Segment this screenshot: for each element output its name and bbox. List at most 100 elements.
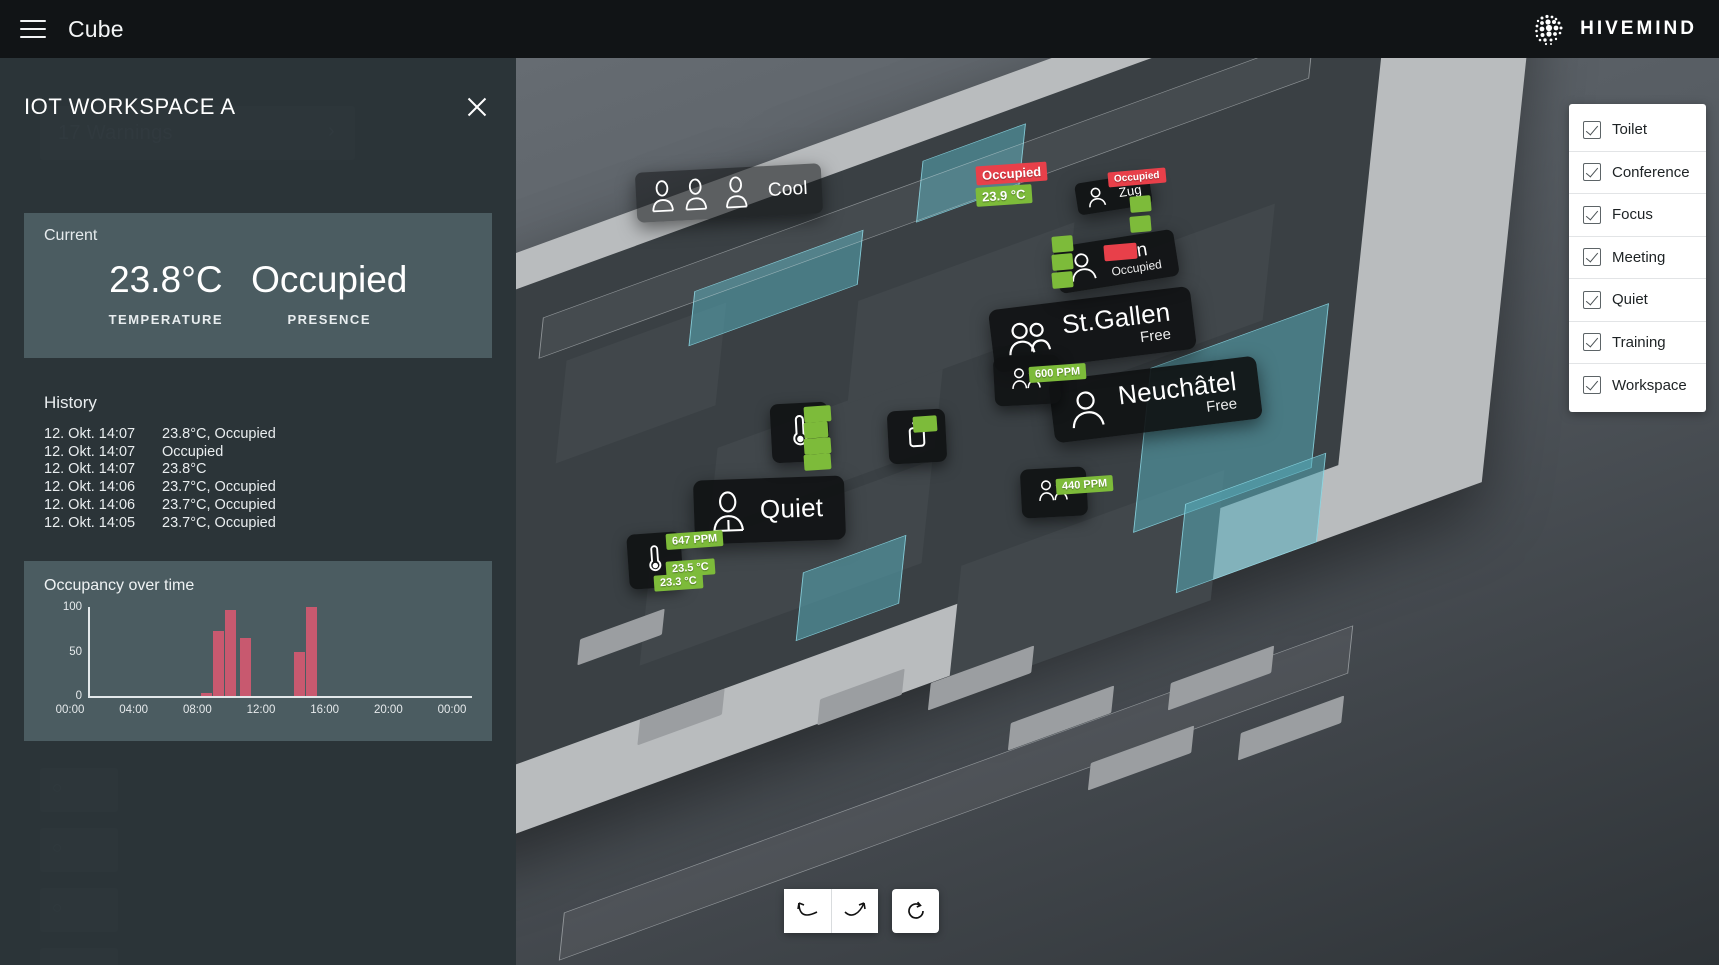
filter-item-quiet[interactable]: Quiet (1569, 279, 1706, 322)
chart-x-tick-label: 00:00 (437, 704, 467, 716)
room-label-cool[interactable]: Cool (634, 163, 824, 223)
history-time: 12. Okt. 14:07 (44, 426, 136, 442)
rotate-refresh-icon (907, 901, 924, 919)
sensor-badge (1051, 235, 1074, 253)
arrow-curve-down-icon (796, 902, 817, 916)
filter-item-conference[interactable]: Conference (1569, 152, 1706, 194)
tilt-control-group[interactable] (784, 889, 878, 933)
filter-item-focus[interactable]: Focus (1569, 194, 1706, 237)
chart-bar (293, 652, 305, 696)
reset-view-button[interactable] (892, 889, 939, 933)
filter-label: Toilet (1612, 121, 1648, 139)
metric-value: 23.8°C (109, 259, 223, 300)
3d-floorplan-viewport[interactable]: Neuchâtel Free St.Gallen Free Sion Occup… (516, 58, 1719, 965)
filter-label: Training (1612, 333, 1666, 351)
sensor-badge (803, 405, 832, 423)
person-icon (713, 491, 745, 533)
sensor-badge (1051, 253, 1074, 271)
person-icon (1089, 187, 1107, 208)
filter-item-meeting[interactable]: Meeting (1569, 237, 1706, 279)
metric-value: Occupied (251, 259, 408, 300)
chart-plot-area: 0 50 100 (44, 601, 474, 703)
current-card-label: Current (44, 227, 98, 244)
filter-item-toilet[interactable]: Toilet (1569, 109, 1706, 152)
chart-y-tick-label: 50 (69, 645, 82, 658)
chart-x-tick-label: 08:00 (182, 704, 212, 716)
close-panel-button[interactable] (462, 92, 492, 122)
sensor-badge (1129, 195, 1152, 213)
chart-bar (212, 631, 224, 696)
history-value: 23.7°C, Occupied (162, 479, 276, 496)
person-icon (1072, 391, 1105, 428)
chart-title: Occupancy over time (44, 577, 195, 594)
sensor-badge (912, 415, 938, 433)
tilt-up-button[interactable] (831, 889, 878, 933)
current-values-card: Current 23.8°C TEMPERATURE Occupied PRES… (24, 213, 492, 358)
chart-x-tick-label: 20:00 (373, 704, 403, 716)
chart-y-tick-label: 100 (62, 601, 82, 613)
hivemind-dots-logo (1533, 12, 1567, 46)
sensor-badge: 23.3 °C (653, 572, 704, 592)
room-label-name: Quiet (759, 492, 824, 525)
ghost-chevron-icon: › (328, 120, 335, 142)
history-time: 12. Okt. 14:07 (44, 461, 136, 478)
history-value: Occupied (162, 443, 224, 460)
checkbox-checked-icon[interactable] (1583, 376, 1601, 395)
history-value: 23.8°C, Occupied (162, 426, 276, 442)
room-type-filter-panel[interactable]: Toilet Conference Focus Meeting Quiet Tr… (1569, 104, 1706, 412)
history-row: 12. Okt. 14:07 23.8°C (44, 461, 464, 479)
hamburger-menu-icon[interactable] (20, 20, 46, 38)
sensor-badge (1103, 242, 1139, 262)
view-controls[interactable] (784, 889, 939, 933)
chart-x-tick-label: 12:00 (246, 704, 276, 716)
panel-header: IOT WORKSPACE A (24, 92, 492, 122)
ghost-warnings-label: 17 Warnings (58, 122, 173, 144)
sensor-badge (803, 453, 832, 471)
people-icon (652, 176, 748, 213)
history-list: 12. Okt. 14:07 23.8°C, Occupied 12. Okt.… (44, 426, 464, 532)
checkbox-checked-icon[interactable] (1583, 163, 1601, 182)
history-value: 23.8°C (162, 461, 207, 478)
history-time: 12. Okt. 14:07 (44, 443, 136, 460)
checkbox-checked-icon[interactable] (1583, 120, 1601, 139)
history-value: 23.7°C, Occupied (162, 496, 276, 513)
metrics-row: 23.8°C TEMPERATURE Occupied PRESENCE (24, 259, 492, 327)
metric-presence: Occupied PRESENCE (251, 259, 407, 327)
app-title: Cube (68, 15, 124, 42)
room-label-status: Free (1205, 394, 1238, 416)
chart-x-tick-label: 04:00 (119, 704, 149, 716)
chart-bars (90, 607, 472, 696)
history-row: 12. Okt. 14:07 23.8°C, Occupied (44, 426, 464, 444)
history-time: 12. Okt. 14:06 (44, 479, 136, 496)
sensor-badge: 23.9 °C (975, 184, 1033, 207)
room-label-status: Free (1139, 325, 1172, 346)
history-value: 23.7°C, Occupied (162, 514, 276, 531)
chart-bar (225, 609, 237, 696)
occupancy-chart-card: Occupancy over time 0 50 100 00:00 04:00 08:… (24, 561, 492, 741)
checkbox-checked-icon[interactable] (1583, 333, 1601, 352)
sensor-badge (803, 421, 829, 439)
tilt-down-button[interactable] (784, 889, 831, 933)
history-row: 12. Okt. 14:05 23.7°C, Occupied (44, 515, 464, 533)
metric-label: PRESENCE (287, 311, 371, 327)
filter-item-workspace[interactable]: Workspace (1569, 364, 1706, 407)
sensor-badge (1051, 271, 1074, 289)
checkbox-checked-icon[interactable] (1583, 205, 1601, 224)
history-time: 12. Okt. 14:05 (44, 514, 136, 531)
chart-bar (239, 638, 251, 696)
brand-logo: HIVEMIND (1533, 12, 1697, 46)
chart-x-tick-label: 16:00 (310, 704, 340, 716)
filter-label: Workspace (1612, 376, 1687, 394)
filter-item-training[interactable]: Training (1569, 322, 1706, 364)
checkbox-checked-icon[interactable] (1583, 248, 1601, 267)
chart-bar (201, 693, 213, 696)
history-time: 12. Okt. 14:06 (44, 496, 136, 513)
chart-bar (306, 607, 318, 696)
filter-label: Focus (1612, 206, 1653, 224)
history-heading: History (44, 393, 97, 412)
metric-temperature: 23.8°C TEMPERATURE (109, 259, 223, 327)
history-row: 12. Okt. 14:06 23.7°C, Occupied (44, 497, 464, 515)
filter-label: Meeting (1612, 248, 1666, 266)
detail-panel: 17 Warnings › ○ ○ ○ IOT WORKSPACE A Curr… (0, 58, 516, 965)
checkbox-checked-icon[interactable] (1583, 290, 1601, 309)
